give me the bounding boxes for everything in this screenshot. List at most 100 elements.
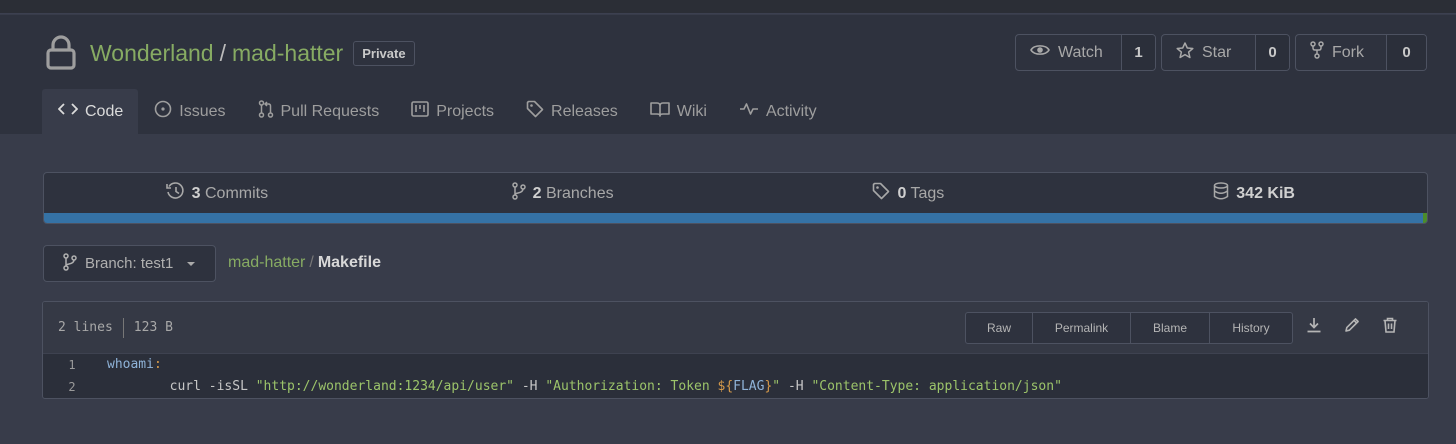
star-count[interactable]: 0 xyxy=(1255,35,1289,70)
file-line-count: 2 lines xyxy=(58,320,113,335)
tab-code[interactable]: Code xyxy=(42,89,139,134)
branch-selector-label: Branch: test1 xyxy=(85,255,174,272)
repo-name-link[interactable]: mad-hatter xyxy=(232,40,343,67)
star-icon xyxy=(1176,41,1194,64)
code-icon xyxy=(57,102,79,121)
code-auth-string-start: "Authorization: Token xyxy=(545,379,718,394)
history-icon xyxy=(165,182,185,205)
branch-icon xyxy=(511,182,526,205)
breadcrumb-repo-link[interactable]: mad-hatter xyxy=(228,254,305,271)
language-bar[interactable] xyxy=(44,213,1427,223)
file-size: 123 B xyxy=(133,320,173,335)
eye-icon xyxy=(1030,43,1050,62)
file-info-divider xyxy=(122,317,124,338)
repo-stats: 3 Commits 2 Branches 0 Tags 342 KiB xyxy=(43,172,1428,224)
file-viewer: 2 lines 123 B Raw Permalink Blame Histor… xyxy=(42,301,1429,399)
download-icon[interactable] xyxy=(1305,316,1323,339)
repo-size-value: 342 KiB xyxy=(1236,184,1295,202)
tab-activity[interactable]: Activity xyxy=(723,89,833,134)
fork-icon xyxy=(1310,41,1324,64)
file-icon-actions xyxy=(1305,316,1399,339)
tab-projects-label: Projects xyxy=(436,102,495,120)
branches-label: Branches xyxy=(546,184,614,202)
watch-button[interactable]: Watch xyxy=(1016,35,1121,70)
code-var-open: ${ xyxy=(717,379,734,394)
tab-pull-requests-label: Pull Requests xyxy=(280,102,380,120)
lock-icon xyxy=(44,35,78,71)
tab-activity-label: Activity xyxy=(765,102,817,120)
blame-button[interactable]: Blame xyxy=(1131,313,1210,343)
edit-icon[interactable] xyxy=(1343,316,1361,339)
fork-label: Fork xyxy=(1332,43,1364,61)
repo-separator: / xyxy=(219,39,226,66)
permalink-button[interactable]: Permalink xyxy=(1033,313,1131,343)
line-content: whoami: xyxy=(101,354,1428,376)
repo-owner-link[interactable]: Wonderland xyxy=(90,40,214,67)
file-button-group: Raw Permalink Blame History xyxy=(965,312,1293,344)
code-line: 2 curl -isSL "http://wonderland:1234/api… xyxy=(43,376,1428,398)
watch-count[interactable]: 1 xyxy=(1121,35,1155,70)
language-bar-secondary xyxy=(1423,213,1427,223)
fork-button[interactable]: Fork xyxy=(1296,35,1386,70)
code-var-name: FLAG xyxy=(733,379,765,394)
tab-pull-requests[interactable]: Pull Requests xyxy=(242,89,396,134)
tab-releases[interactable]: Releases xyxy=(510,89,634,134)
pulse-icon xyxy=(739,102,759,121)
watch-button-group: Watch 1 xyxy=(1015,34,1156,71)
star-button[interactable]: Star xyxy=(1162,35,1255,70)
file-info: 2 lines 123 B xyxy=(58,317,173,338)
make-target-colon: : xyxy=(153,357,162,372)
star-button-group: Star 0 xyxy=(1161,34,1290,71)
code-url-string: "http://wonderland:1234/api/user" xyxy=(255,379,514,394)
line-number[interactable]: 2 xyxy=(43,380,101,394)
breadcrumb-file: Makefile xyxy=(317,254,381,271)
tags-label: Tags xyxy=(910,184,945,202)
watch-label: Watch xyxy=(1058,43,1103,61)
tag-icon xyxy=(872,182,890,205)
code-line: 1 whoami: xyxy=(43,354,1428,376)
code-header-flag: -H xyxy=(514,379,546,394)
code-view: 1 whoami: 2 curl -isSL "http://wonderlan… xyxy=(43,354,1428,398)
tab-code-label: Code xyxy=(85,102,124,120)
tab-wiki[interactable]: Wiki xyxy=(634,89,723,134)
pull-request-icon xyxy=(258,100,274,123)
branch-icon xyxy=(63,252,77,275)
fork-button-group: Fork 0 xyxy=(1295,34,1427,71)
tab-projects[interactable]: Projects xyxy=(395,89,510,134)
commits-label: Commits xyxy=(205,184,269,202)
file-header: 2 lines 123 B Raw Permalink Blame Histor… xyxy=(43,302,1428,354)
tab-releases-label: Releases xyxy=(551,102,618,120)
project-icon xyxy=(411,101,430,122)
tag-icon xyxy=(526,100,544,123)
branches-link[interactable]: 2 Branches xyxy=(390,173,736,214)
repo-size: 342 KiB xyxy=(1081,173,1427,214)
branch-selector[interactable]: Branch: test1 xyxy=(43,245,216,282)
book-icon xyxy=(649,101,670,122)
code-command: curl -isSL xyxy=(169,379,256,394)
tags-count: 0 xyxy=(897,184,907,202)
tab-issues-label: Issues xyxy=(179,102,226,120)
repo-tabs: Code Issues Pull Requests Projects Relea… xyxy=(42,89,833,134)
line-content: curl -isSL "http://wonderland:1234/api/u… xyxy=(101,376,1428,398)
code-content-type-string: "Content-Type: application/json" xyxy=(811,379,1062,394)
top-strip xyxy=(0,0,1456,14)
history-button[interactable]: History xyxy=(1210,313,1292,343)
commits-count: 3 xyxy=(191,184,201,202)
commits-link[interactable]: 3 Commits xyxy=(44,173,390,214)
repo-title: Wonderland / mad-hatter Private xyxy=(44,33,415,73)
branches-count: 2 xyxy=(532,184,542,202)
tab-issues[interactable]: Issues xyxy=(138,89,241,134)
issue-icon xyxy=(154,100,172,123)
line-number[interactable]: 1 xyxy=(43,358,101,372)
star-label: Star xyxy=(1202,43,1232,61)
repo-actions: Watch 1 Star 0 Fork 0 xyxy=(1015,34,1427,71)
code-auth-string-end: " xyxy=(772,379,781,394)
raw-button[interactable]: Raw xyxy=(966,313,1033,343)
code-header-flag-2: -H xyxy=(780,379,812,394)
caret-down-icon xyxy=(187,261,196,266)
trash-icon[interactable] xyxy=(1381,316,1399,339)
fork-count[interactable]: 0 xyxy=(1386,35,1426,70)
breadcrumb: mad-hatter / Makefile xyxy=(228,254,381,272)
tags-link[interactable]: 0 Tags xyxy=(736,173,1082,214)
